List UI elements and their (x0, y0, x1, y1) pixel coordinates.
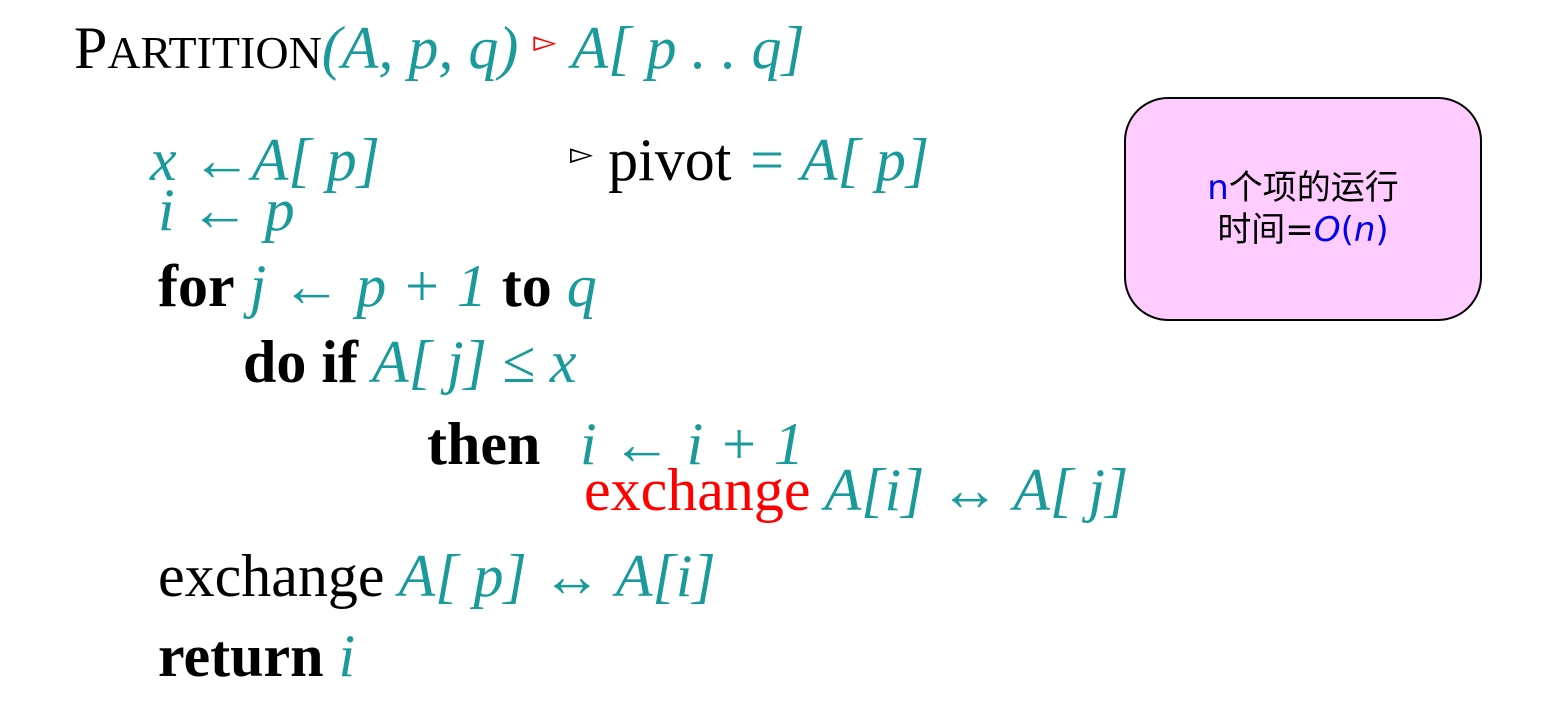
for-keyword: for (158, 253, 235, 319)
pivot-expr: = A[ p] (731, 127, 930, 193)
exchange-inner-word: exchange (584, 457, 811, 523)
note-line-2-prefix: 时间= (1217, 210, 1314, 250)
then-keyword: then (427, 411, 541, 477)
exchange-outer-word: exchange (158, 543, 385, 609)
line-exchange-outer: exchange A[ p] ↔ A[i] (158, 546, 716, 606)
note-n-variable: n (1207, 167, 1229, 208)
comment-triangle-icon: ▻ (533, 25, 557, 59)
to-expr: q (551, 253, 597, 319)
line-then: then (427, 414, 540, 474)
for-expr: j ← p + 1 (234, 253, 502, 319)
note-close-paren: ) (1375, 210, 1389, 250)
note-line-1-text: 个项的运行 (1228, 167, 1399, 208)
pivot-comment-triangle-icon: ▻ (570, 137, 594, 171)
note-line-2: 时间=O(n) (1217, 209, 1388, 252)
note-n-argument: n (1353, 210, 1376, 250)
exchange-outer-expr: A[ p] ↔ A[i] (384, 543, 716, 609)
line-i-assign: i ← p (158, 177, 295, 243)
procedure-name-rest: ARTITION (107, 27, 322, 78)
line-for: for j ← p + 1 to q (158, 256, 597, 316)
note-open-paren: ( (1340, 210, 1354, 250)
doif-keyword: do if (243, 329, 359, 395)
line-return: return i (158, 626, 355, 686)
return-keyword: return (158, 623, 324, 689)
procedure-header: PARTITION(A, p, q) ▻ A[ p . . q] (74, 18, 805, 78)
return-expr: i (323, 623, 356, 689)
line-exchange-inner: exchange A[i] ↔ A[ j] (584, 460, 1128, 520)
line-pivot-comment: ▻ pivot = A[ p] (570, 130, 929, 190)
exchange-inner-expr: A[i] ↔ A[ j] (810, 457, 1129, 523)
line-doif: do if A[ j] ≤ x (243, 332, 577, 392)
procedure-name-initial: P (74, 15, 108, 81)
doif-expr: A[ j] ≤ x (358, 329, 577, 395)
header-comment: A[ p . . q] (571, 15, 805, 81)
note-line-1: n个项的运行 (1207, 167, 1399, 210)
procedure-params: (A, p, q) (321, 15, 519, 81)
to-keyword: to (501, 253, 552, 319)
pivot-word: pivot (608, 127, 732, 193)
note-big-o: O (1313, 210, 1341, 250)
running-time-note: n个项的运行 时间=O(n) (1124, 97, 1482, 321)
